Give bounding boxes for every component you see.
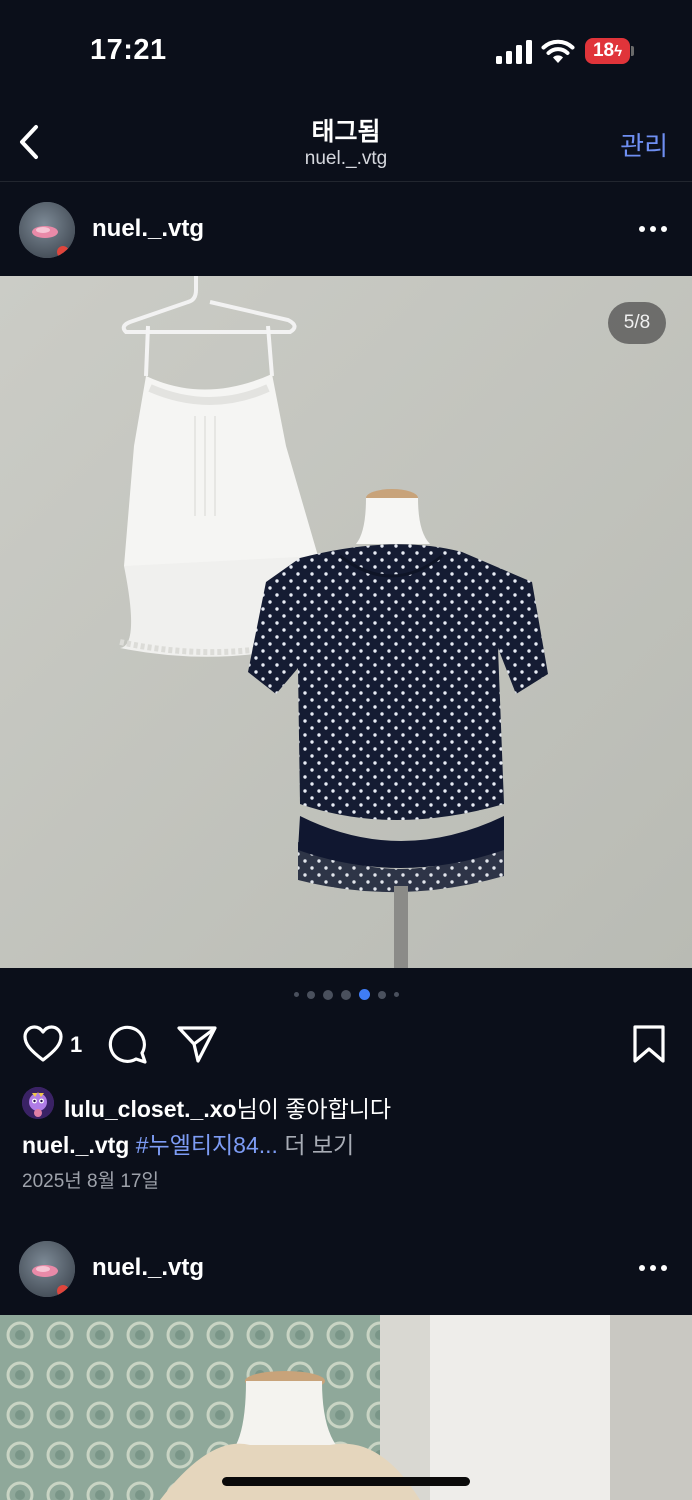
post-image[interactable]	[0, 1315, 692, 1500]
carousel-dots	[0, 989, 692, 1001]
post-actions: 1	[0, 1020, 692, 1068]
more-horizontal-icon[interactable]	[638, 224, 668, 234]
battery-tip	[631, 46, 634, 56]
caption-username[interactable]: nuel._.vtg	[22, 1132, 129, 1158]
carousel-dot	[306, 990, 315, 999]
wifi-icon	[541, 39, 575, 63]
post-date: 2025년 8월 17일	[22, 1171, 159, 1192]
comment-icon[interactable]	[106, 1023, 148, 1065]
like-count[interactable]: 1	[70, 1032, 82, 1058]
avatar[interactable]	[19, 202, 75, 258]
nav-header: 태그됨 nuel._.vtg 관리	[0, 100, 692, 182]
caption: nuel._.vtg #누엘티지84... 더 보기	[22, 1126, 354, 1160]
bookmark-icon[interactable]	[632, 1024, 666, 1064]
more-horizontal-icon[interactable]	[638, 1263, 668, 1273]
post-image[interactable]	[0, 276, 692, 968]
avatar[interactable]	[19, 1241, 75, 1297]
clothing-photo	[0, 276, 692, 968]
battery-level: 18ϟ	[592, 40, 623, 61]
page-title: 태그됨	[311, 118, 381, 146]
screen: 17:21 18ϟ 태그됨 nuel._.vtg 관리 nuel._.vtg 5…	[0, 0, 692, 1500]
post-header: nuel._.vtg	[0, 1221, 692, 1315]
caption-hashtag[interactable]: #누엘티지84...	[136, 1132, 278, 1158]
manage-button[interactable]: 관리	[620, 126, 668, 163]
liked-by-username[interactable]: lulu_closet._.xo	[64, 1096, 237, 1122]
heart-icon[interactable]	[22, 1024, 64, 1064]
share-icon[interactable]	[176, 1024, 218, 1064]
liked-by-suffix: 님이 좋아합니다	[236, 1096, 392, 1122]
carousel-dot	[340, 989, 351, 1000]
liked-by-text: lulu_closet._.xo님이 좋아합니다	[64, 1090, 391, 1124]
carousel-dot	[293, 992, 299, 997]
clothing-photo	[0, 1315, 692, 1500]
carousel-dot-active	[358, 989, 370, 1000]
battery-charging-icon: 18ϟ	[585, 38, 635, 64]
carousel-dot	[322, 989, 333, 1000]
post-header: nuel._.vtg	[0, 182, 692, 276]
status-bar: 17:21 18ϟ	[0, 0, 692, 100]
carousel-dot	[377, 990, 386, 999]
home-indicator[interactable]	[222, 1477, 470, 1486]
username[interactable]: nuel._.vtg	[92, 1254, 204, 1282]
page-counter: 5/8	[608, 302, 666, 344]
signal-icon	[496, 40, 532, 64]
liked-by-avatar[interactable]	[22, 1087, 54, 1119]
status-time: 17:21	[90, 34, 167, 66]
page-subtitle: nuel._.vtg	[304, 148, 388, 169]
more-link[interactable]: 더 보기	[284, 1132, 354, 1158]
username[interactable]: nuel._.vtg	[92, 215, 204, 243]
carousel-dot	[393, 992, 399, 997]
